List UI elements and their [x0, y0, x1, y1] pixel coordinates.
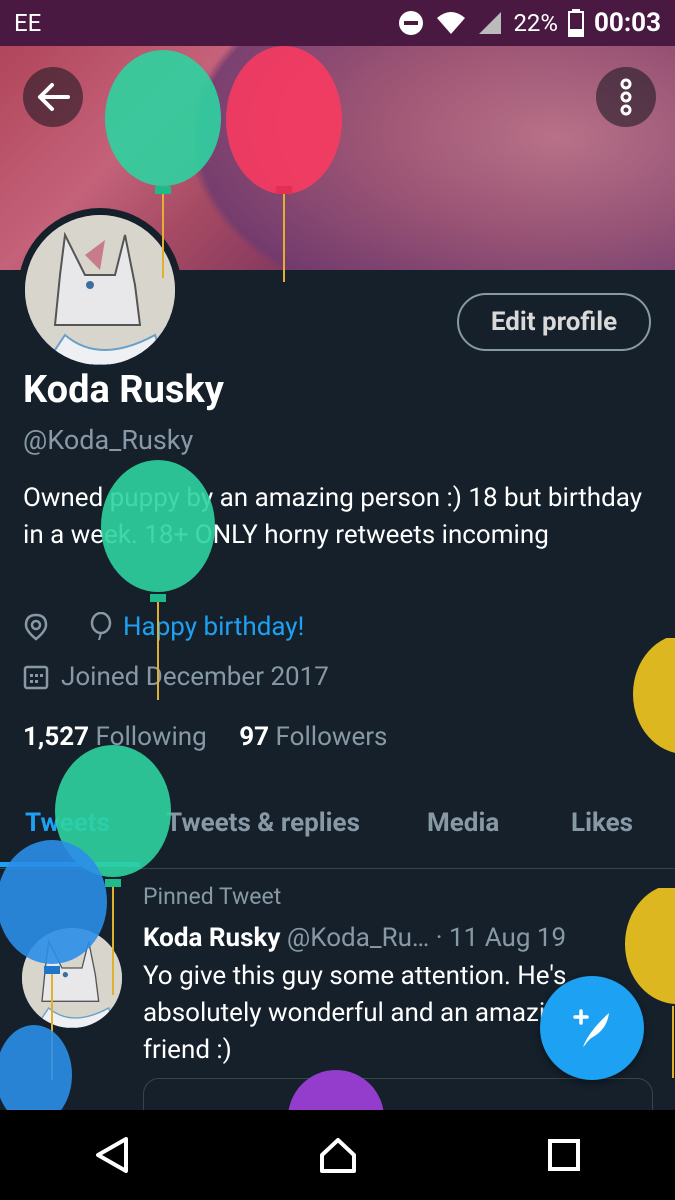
status-icons: 22% 00:03	[397, 8, 661, 38]
location-pin-icon	[24, 613, 48, 641]
purple-balloon-icon	[288, 1070, 384, 1110]
wifi-icon	[437, 12, 466, 34]
dnd-icon	[399, 11, 424, 35]
yellow-balloon-icon	[625, 888, 675, 1078]
green-balloon-icon	[101, 460, 215, 700]
tweet-header: Koda Rusky @Koda_Ru… · 11 Aug 19	[143, 923, 566, 953]
edit-profile-button[interactable]: Edit profile	[457, 293, 651, 351]
battery-icon	[568, 9, 584, 37]
followers-label: Followers	[275, 722, 388, 752]
blue-balloon-icon	[0, 1025, 72, 1115]
vertical-dots-icon	[620, 78, 632, 116]
signal-icon	[479, 12, 502, 34]
nav-home-icon[interactable]	[318, 1135, 358, 1175]
carrier-label: EE	[14, 9, 42, 37]
tweet-date: · 11 Aug 19	[435, 923, 567, 953]
profile-name: Koda Rusky	[23, 368, 224, 412]
followers-link[interactable]: 97 Followers	[239, 722, 387, 752]
back-button[interactable]	[23, 67, 83, 127]
feather-plus-icon	[573, 1009, 609, 1047]
green-balloon-icon	[105, 50, 221, 278]
tab-tweets-replies[interactable]: Tweets & replies	[166, 808, 360, 838]
tab-likes[interactable]: Likes	[571, 808, 633, 838]
more-options-button[interactable]	[596, 67, 656, 127]
tweet-handle: @Koda_Ru…	[286, 923, 430, 953]
arrow-left-icon	[38, 83, 70, 111]
nav-back-icon[interactable]	[94, 1136, 130, 1174]
calendar-icon	[23, 665, 49, 690]
yellow-balloon-icon	[633, 638, 675, 753]
nav-recent-apps-icon[interactable]	[547, 1138, 581, 1172]
android-nav-bar	[0, 1110, 675, 1200]
red-balloon-icon	[226, 46, 342, 282]
battery-percent: 22%	[513, 9, 558, 37]
tab-media[interactable]: Media	[427, 808, 499, 838]
status-bar: EE 22% 00:03	[0, 0, 675, 46]
followers-count: 97	[239, 722, 270, 752]
clock: 00:03	[594, 8, 661, 38]
profile-handle: @Koda_Rusky	[23, 424, 194, 456]
